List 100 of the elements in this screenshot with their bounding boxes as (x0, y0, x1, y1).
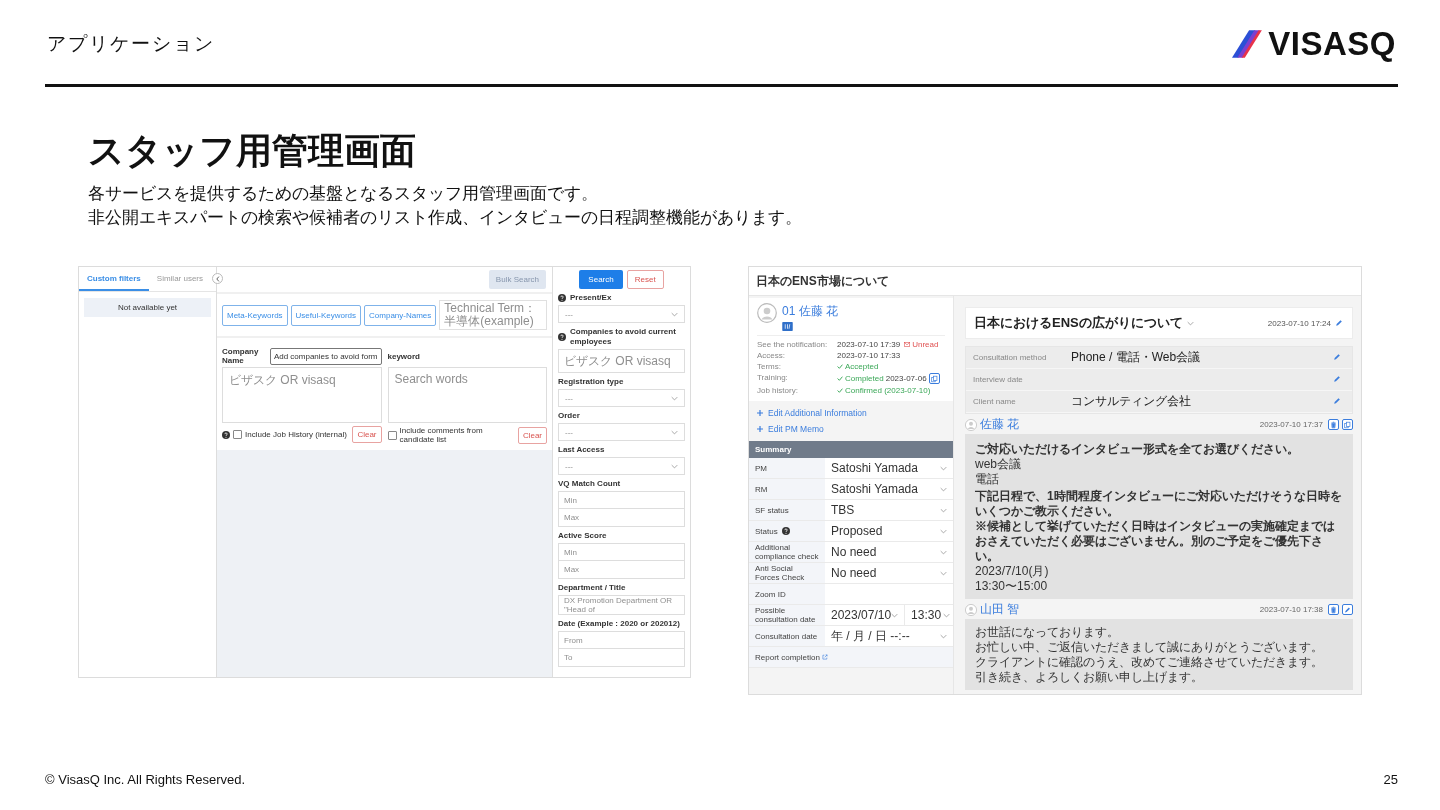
info-value: 2023-07-06 (885, 374, 927, 383)
edit-link[interactable]: Edit Additional Information (757, 408, 945, 418)
message-line: ※候補として挙げていただく日時はインタビューの実施確定まではおさえていただく必要はございません。別のご予定をご優先下さい。 (975, 519, 1336, 564)
select-field[interactable]: 年 / 月 / 日 --:-- (825, 626, 953, 646)
check-icon (837, 376, 843, 381)
edit-button[interactable] (1333, 353, 1342, 362)
message-line: 下記日程で、1時間程度インタビューにご対応いただけそうな日時をいくつかご教示ください。 (975, 489, 1343, 519)
select-field[interactable]: TBS (825, 500, 953, 520)
checkbox[interactable] (233, 430, 242, 439)
text-area[interactable]: ビザスク OR visasq (558, 349, 685, 373)
plus-icon (757, 426, 763, 432)
select-field[interactable]: --- (558, 305, 685, 323)
message-line: 引き続き、よろしくお願い申し上げます。 (975, 670, 1204, 685)
copy-button[interactable] (928, 373, 940, 384)
row-label: Status (755, 526, 778, 536)
copy-button[interactable] (1342, 419, 1353, 430)
select-field[interactable]: --- (558, 423, 685, 441)
expert-name-link[interactable]: 01 佐藤 花 (782, 303, 838, 320)
avoid-companies-button[interactable]: Add companies to avoid form (269, 347, 382, 365)
edit-button[interactable] (1335, 318, 1344, 328)
message-line: web会議 (975, 457, 1022, 472)
range-field[interactable]: Max (558, 509, 685, 527)
keyword-button[interactable]: Useful-Keywords (290, 304, 362, 326)
range-field[interactable]: From (558, 631, 685, 649)
message-line: ご対応いただけるインタビュー形式を全てお選びください。 (975, 442, 1300, 457)
select-field[interactable]: --- (558, 389, 685, 407)
avatar-icon (965, 418, 977, 431)
filter-label: Last Access (558, 445, 605, 455)
author-link[interactable]: 山田 智 (980, 601, 1020, 618)
chevron-down-icon (943, 612, 951, 618)
info-label: Terms: (757, 362, 782, 371)
summary-heading: Summary (749, 441, 953, 458)
report-link[interactable]: Report completion (755, 652, 828, 662)
pencil-icon (1344, 605, 1351, 614)
description-text: 各サービスを提供するための基盤となるスタッフ用管理画面です。 (88, 183, 599, 204)
topic-title: 日本におけるENSの広がりについて (974, 314, 1183, 332)
chevron-down-icon (940, 486, 947, 492)
select-field[interactable]: No need (825, 542, 953, 562)
filter-label: VQ Match Count (558, 479, 621, 489)
keyword-button[interactable]: Meta-Keywords (222, 304, 288, 326)
filter-label: Companies to avoid current employees (570, 327, 677, 347)
timestamp: 2023-07-10 17:37 (1259, 420, 1323, 429)
message-line: クライアントに確認のうえ、改めてご連絡させていただきます。 (975, 655, 1324, 670)
range-field[interactable]: Min (558, 491, 685, 509)
logo-text: VISASQ (1268, 25, 1396, 63)
chevron-down-icon (940, 633, 947, 639)
info-label: See the notification: (757, 340, 829, 349)
search-button[interactable]: Search (579, 270, 623, 289)
row-label: RM (755, 484, 768, 494)
select-field[interactable]: No need (825, 563, 953, 583)
text-field[interactable]: DX Promotion Department OR "Head of (558, 595, 685, 615)
select-field[interactable]: Proposed (825, 521, 953, 541)
text-area[interactable]: ビザスク OR visasq (222, 367, 382, 423)
chevron-down-icon (671, 463, 678, 469)
info-label: Job history: (757, 386, 799, 395)
plus-icon (757, 410, 763, 416)
term-field[interactable]: Technical Term：半導体(example) (439, 300, 547, 330)
avatar-icon (965, 603, 977, 616)
delete-button[interactable] (1328, 604, 1339, 615)
check-icon (837, 364, 843, 369)
chevron-down-icon (940, 549, 947, 555)
date-select[interactable]: 2023/07/10 (825, 605, 905, 625)
trash-icon (1330, 420, 1337, 429)
clear-button[interactable]: Clear (352, 426, 382, 443)
chevron-down-icon (671, 395, 678, 401)
filter-tab[interactable]: Custom filters (79, 267, 149, 291)
edit-link[interactable]: Edit PM Memo (757, 424, 945, 434)
copyright-text: © VisasQ Inc. All Rights Reserved. (45, 772, 246, 787)
edit-button[interactable] (1333, 375, 1342, 384)
checkbox-label: Include Job History (internal) (245, 430, 348, 439)
select-field[interactable]: --- (558, 457, 685, 475)
status-text: Completed (845, 374, 884, 383)
edit-button[interactable] (1333, 397, 1342, 406)
field-label: Company Name (222, 347, 260, 365)
range-field[interactable]: To (558, 649, 685, 667)
field-label: Interview date (973, 375, 1024, 384)
checkbox-label: Include comments from candidate list (399, 426, 484, 444)
range-field[interactable]: Min (558, 543, 685, 561)
keyword-button[interactable]: Company-Names (364, 304, 437, 326)
check-icon (837, 388, 843, 393)
author-link[interactable]: 佐藤 花 (980, 416, 1020, 433)
checkbox[interactable] (387, 430, 397, 440)
message-line: 13:30〜15:00 (975, 579, 1049, 594)
copy-icon (930, 374, 938, 383)
select-field[interactable]: Satoshi Yamada (825, 458, 953, 478)
filter-tab[interactable]: Similar users (148, 267, 212, 291)
edit-button[interactable] (1342, 604, 1353, 615)
chevron-down-icon (891, 612, 899, 618)
clear-button[interactable]: Clear (517, 426, 547, 444)
field-label: Consultation method (973, 353, 1048, 362)
reset-button[interactable]: Reset (626, 270, 664, 289)
delete-button[interactable] (1328, 419, 1339, 430)
select-field[interactable]: Satoshi Yamada (825, 479, 953, 499)
envelope-icon (904, 342, 911, 347)
range-field[interactable]: Max (558, 561, 685, 579)
time-select[interactable]: 13:30 (904, 605, 957, 625)
empty-note: Not available yet (84, 298, 211, 317)
text-area[interactable]: Search words (387, 367, 547, 423)
logo-icon (1232, 30, 1265, 58)
info-value: 2023-07-10 17:33 (837, 351, 901, 360)
